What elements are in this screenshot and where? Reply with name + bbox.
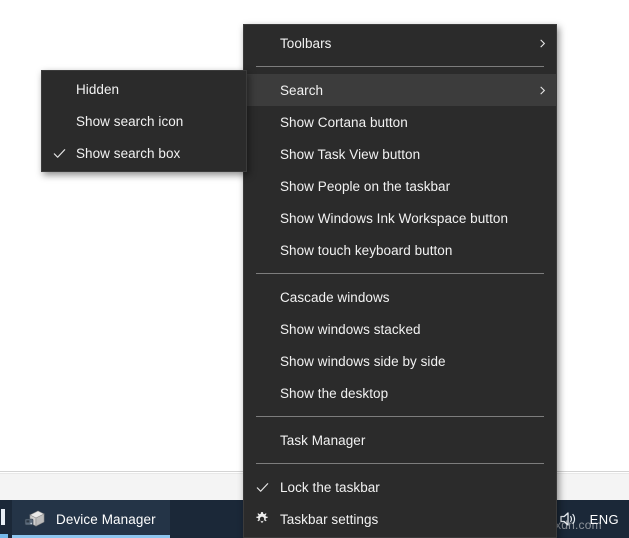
menu-item-check-gutter — [244, 345, 280, 377]
menu-item-label: Toolbars — [280, 36, 528, 51]
menu-item-label: Taskbar settings — [280, 512, 528, 527]
menu-item-label: Task Manager — [280, 433, 528, 448]
menu-item-label: Show Task View button — [280, 147, 528, 162]
menu-item-check-gutter — [244, 27, 280, 59]
submenu-item-label: Show search icon — [76, 114, 246, 129]
menu-item-check-gutter — [244, 138, 280, 170]
menu-item-show-cortana-button[interactable]: Show Cortana button — [244, 106, 556, 138]
menu-item-check-gutter — [244, 424, 280, 456]
menu-item-show-the-desktop[interactable]: Show the desktop — [244, 377, 556, 409]
submenu-item-show-search-box[interactable]: Show search box — [42, 137, 246, 169]
menu-item-label: Lock the taskbar — [280, 480, 528, 495]
menu-item-label: Search — [280, 83, 528, 98]
search-submenu[interactable]: Hidden Show search icon Show search box — [41, 70, 247, 172]
volume-icon[interactable] — [557, 508, 579, 530]
menu-item-label: Show touch keyboard button — [280, 243, 528, 258]
checkmark-icon — [244, 471, 280, 503]
menu-item-taskbar-settings[interactable]: Taskbar settings — [244, 503, 556, 535]
submenu-item-hidden[interactable]: Hidden — [42, 73, 246, 105]
menu-separator — [256, 463, 544, 464]
menu-item-label: Show windows stacked — [280, 322, 528, 337]
menu-item-show-people-on-the-taskbar[interactable]: Show People on the taskbar — [244, 170, 556, 202]
menu-separator — [256, 273, 544, 274]
menu-item-lock-the-taskbar[interactable]: Lock the taskbar — [244, 471, 556, 503]
start-button-glyph — [1, 509, 5, 525]
menu-item-label: Show windows side by side — [280, 354, 528, 369]
menu-item-check-gutter — [244, 74, 280, 106]
menu-separator — [256, 66, 544, 67]
taskbar-button-label: Device Manager — [56, 512, 156, 527]
submenu-item-check-gutter — [42, 105, 76, 137]
menu-item-task-manager[interactable]: Task Manager — [244, 424, 556, 456]
start-button-area[interactable] — [0, 500, 8, 538]
menu-item-cascade-windows[interactable]: Cascade windows — [244, 281, 556, 313]
menu-item-show-windows-stacked[interactable]: Show windows stacked — [244, 313, 556, 345]
menu-item-check-gutter — [244, 377, 280, 409]
menu-item-toolbars[interactable]: Toolbars — [244, 27, 556, 59]
start-button-underline — [0, 534, 8, 538]
taskbar-context-menu[interactable]: Toolbars Search Show Cortana button Show… — [243, 24, 557, 538]
submenu-item-label: Hidden — [76, 82, 246, 97]
menu-item-show-windows-ink-workspace-button[interactable]: Show Windows Ink Workspace button — [244, 202, 556, 234]
menu-item-label: Show Windows Ink Workspace button — [280, 211, 528, 226]
submenu-item-show-search-icon[interactable]: Show search icon — [42, 105, 246, 137]
menu-item-label: Show People on the taskbar — [280, 179, 528, 194]
menu-item-check-gutter — [244, 313, 280, 345]
chevron-right-icon — [528, 85, 556, 96]
menu-item-label: Show Cortana button — [280, 115, 528, 130]
gear-icon — [244, 503, 280, 535]
menu-item-show-touch-keyboard-button[interactable]: Show touch keyboard button — [244, 234, 556, 266]
menu-item-show-task-view-button[interactable]: Show Task View button — [244, 138, 556, 170]
menu-item-label: Show the desktop — [280, 386, 528, 401]
submenu-item-label: Show search box — [76, 146, 246, 161]
taskbar-button-device-manager[interactable]: Device Manager — [12, 500, 170, 538]
chevron-right-icon — [528, 38, 556, 49]
tray-language-indicator[interactable]: ENG — [590, 512, 619, 527]
menu-separator — [256, 416, 544, 417]
submenu-item-check-gutter — [42, 73, 76, 105]
menu-item-check-gutter — [244, 170, 280, 202]
checkmark-icon — [42, 137, 76, 169]
menu-item-check-gutter — [244, 106, 280, 138]
menu-item-show-windows-side-by-side[interactable]: Show windows side by side — [244, 345, 556, 377]
menu-item-search[interactable]: Search — [244, 74, 556, 106]
menu-item-check-gutter — [244, 281, 280, 313]
menu-item-check-gutter — [244, 202, 280, 234]
menu-item-label: Cascade windows — [280, 290, 528, 305]
device-manager-icon — [24, 508, 46, 530]
menu-item-check-gutter — [244, 234, 280, 266]
